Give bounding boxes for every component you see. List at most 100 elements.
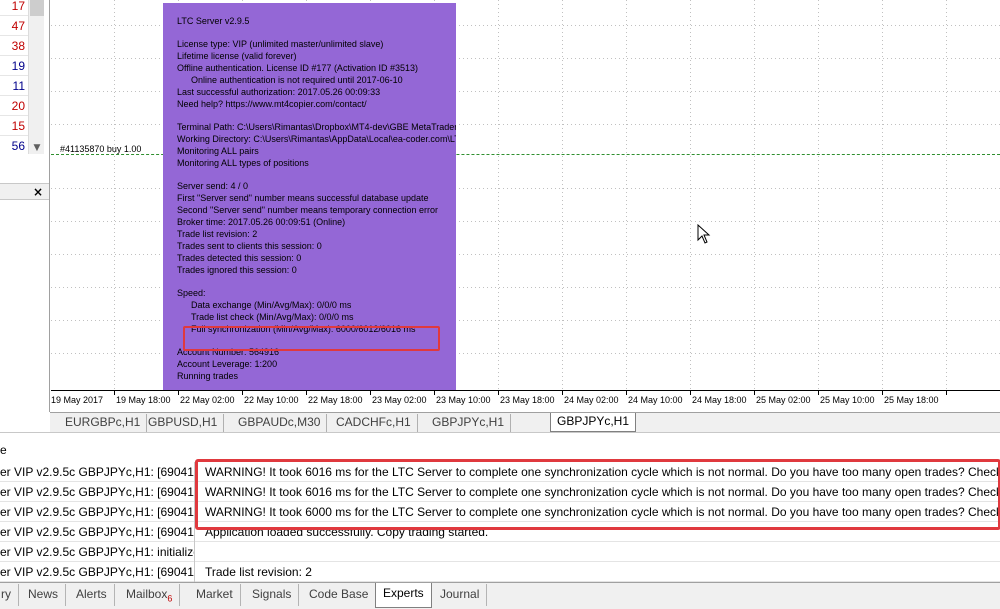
time-axis-tick	[370, 391, 371, 395]
time-axis-tick	[754, 391, 755, 395]
terminal-tab-ry[interactable]: ry	[0, 584, 19, 606]
log-source: er VIP v2.9.5c GBPJPYc,H1: [69041-1]	[0, 562, 195, 582]
time-axis-tick	[690, 391, 691, 395]
info-line: Data exchange (Min/Avg/Max): 0/0/0 ms	[191, 300, 352, 310]
terminal-tab-journal[interactable]: Journal	[433, 584, 488, 606]
time-axis-tick	[562, 391, 563, 395]
time-axis-tick	[306, 391, 307, 395]
time-axis-tick	[498, 391, 499, 395]
time-axis-tick	[114, 391, 115, 395]
time-axis-label: 19 May 2017	[51, 395, 104, 405]
info-line: Need help? https://www.mt4copier.com/con…	[177, 99, 367, 109]
time-axis-label: 19 May 18:00	[116, 395, 171, 405]
terminal-tab-label: Journal	[440, 587, 480, 601]
terminal-tab-label: Mailbox	[126, 587, 168, 601]
close-icon[interactable]: ×	[33, 184, 43, 200]
terminal-tab-experts[interactable]: Experts	[375, 583, 432, 608]
info-line: License type: VIP (unlimited master/unli…	[177, 39, 384, 49]
info-line: Running trades	[177, 371, 239, 381]
log-source: er VIP v2.9.5c GBPJPYc,H1: [69041-1]	[0, 522, 195, 542]
info-line: Trades detected this session: 0	[177, 253, 302, 263]
terminal-tabs-bar: ry News Alerts Mailbox6 Market Signals Code Ba…	[0, 582, 1000, 609]
terminal-tab-label: News	[28, 587, 59, 601]
terminal-tab-label: ry	[1, 587, 11, 601]
time-axis-label: 23 May 10:00	[436, 395, 491, 405]
spread-value: 56	[0, 136, 28, 150]
market-watch-scrollbar[interactable]: ▼	[28, 0, 44, 154]
info-line: Broker time: 2017.05.26 00:09:51 (Online…	[177, 217, 346, 227]
chart-tab[interactable]: GBPJPYc,H1	[426, 414, 512, 432]
info-line: Offline authentication. License ID #177 …	[177, 63, 418, 73]
info-line: Last successful authorization: 2017.05.2…	[177, 87, 381, 97]
info-line: Terminal Path: C:\Users\Rimantas\Dropbox…	[177, 122, 456, 132]
terminal-tab-label: Signals	[252, 587, 292, 601]
log-row[interactable]: er VIP v2.9.5c GBPJPYc,H1: initialized	[0, 542, 1000, 562]
time-axis-label: 25 May 02:00	[756, 395, 811, 405]
info-line: Online authentication is not required un…	[191, 75, 403, 85]
navigator-header: ×	[0, 183, 49, 200]
chart-tabs-bar: EURGBPc,H1 GBPUSD,H1 GBPAUDc,M30 CADCHFc,H1…	[50, 412, 1000, 432]
info-line: Second "Server send" number means tempor…	[177, 205, 439, 215]
time-axis-label: 23 May 18:00	[500, 395, 555, 405]
time-axis-label: 25 May 10:00	[820, 395, 875, 405]
terminal-tab-label: Experts	[383, 586, 424, 600]
info-line: Account Leverage: 1:200	[177, 359, 278, 369]
spread-value: 47	[0, 16, 28, 36]
log-message: Trade list revision: 2	[205, 565, 312, 579]
order-line-label: #41135870 buy 1.00	[60, 144, 142, 154]
terminal-tab-label: Alerts	[76, 587, 107, 601]
info-line: Trade list revision: 2	[177, 229, 258, 239]
time-axis-tick	[626, 391, 627, 395]
info-line: Working Directory: C:\Users\Rimantas\App…	[177, 134, 456, 144]
log-source: er VIP v2.9.5c GBPJPYc,H1: [69041-1]	[0, 482, 195, 502]
log-source: er VIP v2.9.5c GBPJPYc,H1: [69041-1]	[0, 462, 195, 482]
sync-highlight-box	[183, 326, 440, 351]
mouse-cursor-icon	[697, 224, 711, 244]
terminal-tab-market[interactable]: Market	[189, 584, 241, 606]
chart-tab[interactable]: GBPUSD,H1	[142, 414, 225, 432]
terminal-tab-signals[interactable]: Signals	[245, 584, 300, 606]
spread-value: 11	[0, 76, 28, 96]
time-axis-label: 22 May 02:00	[180, 395, 235, 405]
mailbox-count-badge: 6	[167, 593, 173, 604]
time-axis-tick	[882, 391, 883, 395]
info-line: Monitoring ALL types of positions	[177, 158, 309, 168]
info-line: Lifetime license (valid forever)	[177, 51, 297, 61]
log-source: er VIP v2.9.5c GBPJPYc,H1: [69041-1]	[0, 502, 195, 522]
chart-tab[interactable]: EURGBPc,H1	[59, 414, 148, 432]
spread-list: 174738191120155616	[0, 0, 28, 150]
info-line: Trade list check (Min/Avg/Max): 0/0/0 ms	[191, 312, 354, 322]
time-axis-label: 25 May 18:00	[884, 395, 939, 405]
time-axis-tick	[818, 391, 819, 395]
chart-tab[interactable]: CADCHFc,H1	[330, 414, 418, 432]
time-axis-label: 23 May 02:00	[372, 395, 427, 405]
info-line: Trades ignored this session: 0	[177, 265, 297, 275]
terminal-tab-alerts[interactable]: Alerts	[69, 584, 115, 606]
terminal-tab-mailbox[interactable]: Mailbox6	[119, 584, 181, 606]
terminal-tab-news[interactable]: News	[21, 584, 67, 606]
info-line: Speed:	[177, 288, 206, 298]
log-row[interactable]: er VIP v2.9.5c GBPJPYc,H1: [69041-1] Trad…	[0, 562, 1000, 582]
terminal-tab-label: Market	[196, 587, 233, 601]
terminal-tab-code-base[interactable]: Code Base	[302, 584, 377, 606]
scroll-down-icon[interactable]: ▼	[29, 142, 45, 154]
info-line: Trades sent to clients this session: 0	[177, 241, 322, 251]
time-axis-label: 24 May 10:00	[628, 395, 683, 405]
time-axis-label: 22 May 18:00	[308, 395, 363, 405]
time-axis-tick	[946, 391, 947, 395]
scrollbar-thumb[interactable]	[30, 0, 44, 16]
chart-tab[interactable]: GBPJPYc,H1	[550, 413, 637, 432]
info-line: First "Server send" number means success…	[177, 193, 429, 203]
info-line: Monitoring ALL pairs	[177, 146, 259, 156]
spread-value: 20	[0, 96, 28, 116]
spread-value: 19	[0, 56, 28, 76]
terminal-tab-label: Code Base	[309, 587, 369, 601]
spread-value: 17	[0, 0, 28, 16]
time-axis-tick	[242, 391, 243, 395]
chart-tab[interactable]: GBPAUDc,M30	[232, 414, 328, 432]
time-axis-label: 22 May 10:00	[244, 395, 299, 405]
log-source: er VIP v2.9.5c GBPJPYc,H1: initialized	[0, 542, 195, 562]
